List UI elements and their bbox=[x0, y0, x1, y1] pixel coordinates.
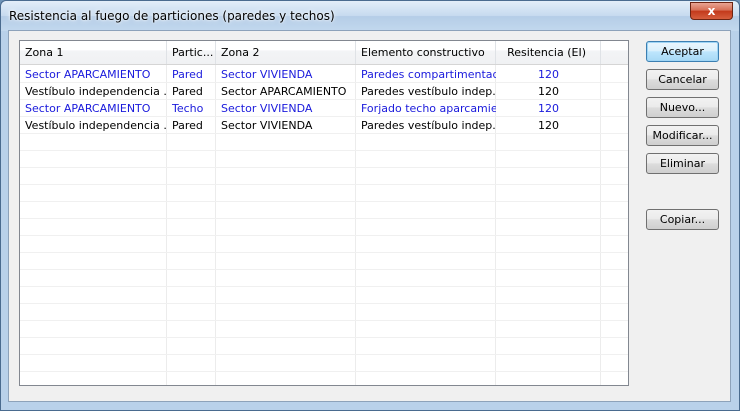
aceptar-button[interactable]: Aceptar bbox=[646, 41, 719, 62]
cell-zona2: Sector VIVIENDA bbox=[221, 68, 313, 81]
column-header-resistencia[interactable]: Resitencia (EI) bbox=[496, 41, 601, 64]
table-row[interactable] bbox=[20, 253, 628, 270]
cell-particion: Techo bbox=[172, 102, 204, 115]
table-row[interactable] bbox=[20, 134, 628, 151]
window-title: Resistencia al fuego de particiones (par… bbox=[9, 9, 335, 23]
table-row[interactable] bbox=[20, 287, 628, 304]
cell-resistencia: 120 bbox=[538, 119, 559, 132]
cell-particion: Pared bbox=[172, 119, 203, 132]
table-row[interactable] bbox=[20, 270, 628, 287]
cell-elemento: Paredes compartimentad... bbox=[361, 68, 496, 81]
cell-zona2: Sector VIVIENDA bbox=[221, 102, 313, 115]
column-header-particion[interactable]: Partic... bbox=[167, 41, 216, 64]
cell-elemento: Paredes vestíbulo indep... bbox=[361, 85, 496, 98]
title-bar[interactable]: Resistencia al fuego de particiones (par… bbox=[1, 1, 739, 31]
table-row[interactable] bbox=[20, 338, 628, 355]
table-row[interactable] bbox=[20, 372, 628, 385]
cell-resistencia: 120 bbox=[538, 85, 559, 98]
table-row[interactable] bbox=[20, 219, 628, 236]
eliminar-button[interactable]: Eliminar bbox=[646, 153, 719, 174]
cell-zona1: Sector APARCAMIENTO bbox=[25, 102, 151, 115]
table-row[interactable] bbox=[20, 151, 628, 168]
modificar-button[interactable]: Modificar... bbox=[646, 125, 719, 146]
partitions-table[interactable]: Zona 1 Partic... Zona 2 Elemento constru… bbox=[19, 40, 629, 386]
table-row[interactable] bbox=[20, 236, 628, 253]
cell-elemento: Forjado techo aparcamie... bbox=[361, 102, 496, 115]
table-row[interactable] bbox=[20, 304, 628, 321]
cell-zona1: Vestíbulo independencia ... bbox=[25, 119, 167, 132]
cell-particion: Pared bbox=[172, 85, 203, 98]
cell-zona1: Sector APARCAMIENTO bbox=[25, 68, 151, 81]
cell-particion: Pared bbox=[172, 68, 203, 81]
table-row[interactable] bbox=[20, 168, 628, 185]
column-header-elemento[interactable]: Elemento constructivo bbox=[356, 41, 496, 64]
cell-zona1: Vestíbulo independencia ... bbox=[25, 85, 167, 98]
table-row[interactable]: Sector APARCAMIENTO Techo Sector VIVIENDA F… bbox=[20, 100, 628, 117]
copiar-button[interactable]: Copiar... bbox=[646, 209, 719, 230]
column-header-zona2[interactable]: Zona 2 bbox=[216, 41, 356, 64]
column-header-zona1[interactable]: Zona 1 bbox=[20, 41, 167, 64]
nuevo-button[interactable]: Nuevo... bbox=[646, 97, 719, 118]
table-row[interactable] bbox=[20, 355, 628, 372]
cell-elemento: Paredes vestíbulo indep... bbox=[361, 119, 496, 132]
table-row[interactable]: Vestíbulo independencia ... Pared Sector A… bbox=[20, 83, 628, 100]
cell-resistencia: 120 bbox=[538, 68, 559, 81]
table-header: Zona 1 Partic... Zona 2 Elemento constru… bbox=[20, 41, 628, 65]
table-row[interactable] bbox=[20, 202, 628, 219]
table-row[interactable] bbox=[20, 185, 628, 202]
table-row[interactable]: Vestíbulo independencia ... Pared Sector V… bbox=[20, 117, 628, 134]
cell-resistencia: 120 bbox=[538, 102, 559, 115]
table-row[interactable]: Sector APARCAMIENTO Pared Sector VIVIENDA P… bbox=[20, 66, 628, 83]
cancelar-button[interactable]: Cancelar bbox=[646, 69, 719, 90]
cell-zona2: Sector VIVIENDA bbox=[221, 119, 313, 132]
close-icon: x bbox=[707, 4, 716, 18]
close-button[interactable]: x bbox=[690, 2, 733, 20]
table-row[interactable] bbox=[20, 321, 628, 338]
cell-zona2: Sector APARCAMIENTO bbox=[221, 85, 347, 98]
